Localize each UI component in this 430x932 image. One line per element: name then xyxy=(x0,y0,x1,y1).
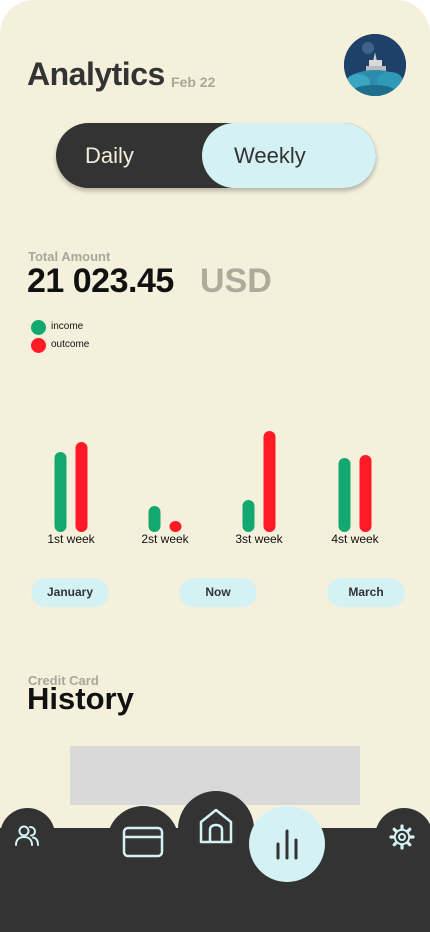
x-tick-label: 2st week xyxy=(141,532,189,546)
month-now[interactable]: Now xyxy=(179,578,257,607)
avatar[interactable] xyxy=(344,34,406,96)
month-march[interactable]: March xyxy=(327,578,405,607)
nav-people-button[interactable] xyxy=(0,808,55,863)
page-title: Analytics xyxy=(27,56,165,92)
month-january[interactable]: January xyxy=(31,578,109,607)
x-tick-label: 3st week xyxy=(235,532,283,546)
legend-outcome-label: outcome xyxy=(51,339,90,350)
bar-income-4 xyxy=(338,458,351,532)
legend-income-label: income xyxy=(51,321,84,332)
nav-home-button[interactable] xyxy=(178,791,254,867)
toggle-daily[interactable]: Daily xyxy=(85,143,134,169)
bar-income-1 xyxy=(54,452,67,532)
people-icon xyxy=(14,825,39,846)
legend-outcome-swatch xyxy=(31,338,46,353)
home-icon xyxy=(199,808,233,844)
legend-income-swatch xyxy=(31,320,46,335)
bar-income-2 xyxy=(148,506,161,532)
nav-analytics-button[interactable] xyxy=(249,806,325,882)
bar-income-3 xyxy=(242,500,255,532)
profile-photo xyxy=(344,34,406,96)
x-tick-label: 1st week xyxy=(47,532,95,546)
credit-card-icon xyxy=(122,826,164,858)
nav-card-button[interactable] xyxy=(107,806,179,878)
bar-chart-icon xyxy=(276,829,298,860)
period-toggle: Daily Weekly xyxy=(56,123,376,188)
nav-settings-button[interactable] xyxy=(375,808,430,866)
history-title: History xyxy=(27,681,134,716)
gear-icon xyxy=(389,824,415,850)
x-tick-label: 4st week xyxy=(331,532,379,546)
app-screen: Analytics Feb 22 Daily Weekly Total Amou… xyxy=(0,0,430,932)
total-amount-currency: USD xyxy=(200,262,272,300)
bar-outcome-2 xyxy=(169,521,182,532)
bar-outcome-3 xyxy=(263,431,276,532)
toggle-weekly[interactable]: Weekly xyxy=(202,123,376,188)
bar-outcome-4 xyxy=(359,455,372,532)
total-amount-value: 21 023.45 xyxy=(27,262,174,300)
bar-outcome-1 xyxy=(75,442,88,532)
weekly-bar-chart: 1st week 2st week 3st week 4st week xyxy=(47,431,380,546)
page-date: Feb 22 xyxy=(171,74,216,90)
